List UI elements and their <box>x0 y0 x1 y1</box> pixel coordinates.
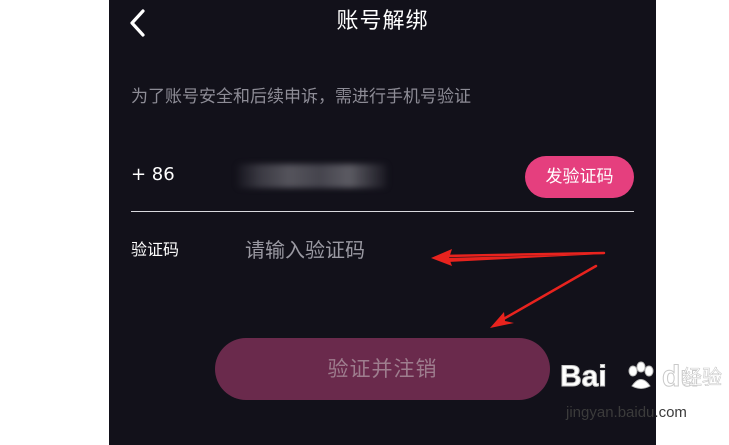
page: 账号解绑 为了账号安全和后续申诉，需进行手机号验证 + 86 发验证码 验证码 … <box>0 0 729 445</box>
paw-icon <box>628 361 654 389</box>
verification-code-row: 验证码 <box>131 233 551 269</box>
code-label: 验证码 <box>131 240 180 259</box>
watermark-logo: Bai du 经验 <box>558 358 726 398</box>
verification-code-input[interactable] <box>245 233 525 267</box>
verification-notice: 为了账号安全和后续申诉，需进行手机号验证 <box>131 87 471 107</box>
phone-number-row: + 86 发验证码 <box>131 152 634 212</box>
page-title: 账号解绑 <box>336 9 429 34</box>
verify-and-deactivate-button[interactable]: 验证并注销 <box>215 338 550 400</box>
masked-phone-number <box>237 164 387 188</box>
country-code: + 86 <box>131 164 175 185</box>
watermark-url: jingyan.baidu.com <box>566 404 687 421</box>
baidu-jingyan-watermark: Bai du 经验 jingyan.baidu.com <box>558 358 726 443</box>
watermark-suffix: 经验 <box>682 365 723 390</box>
watermark-brand-left: Bai <box>560 360 608 394</box>
send-code-button[interactable]: 发验证码 <box>525 156 634 198</box>
